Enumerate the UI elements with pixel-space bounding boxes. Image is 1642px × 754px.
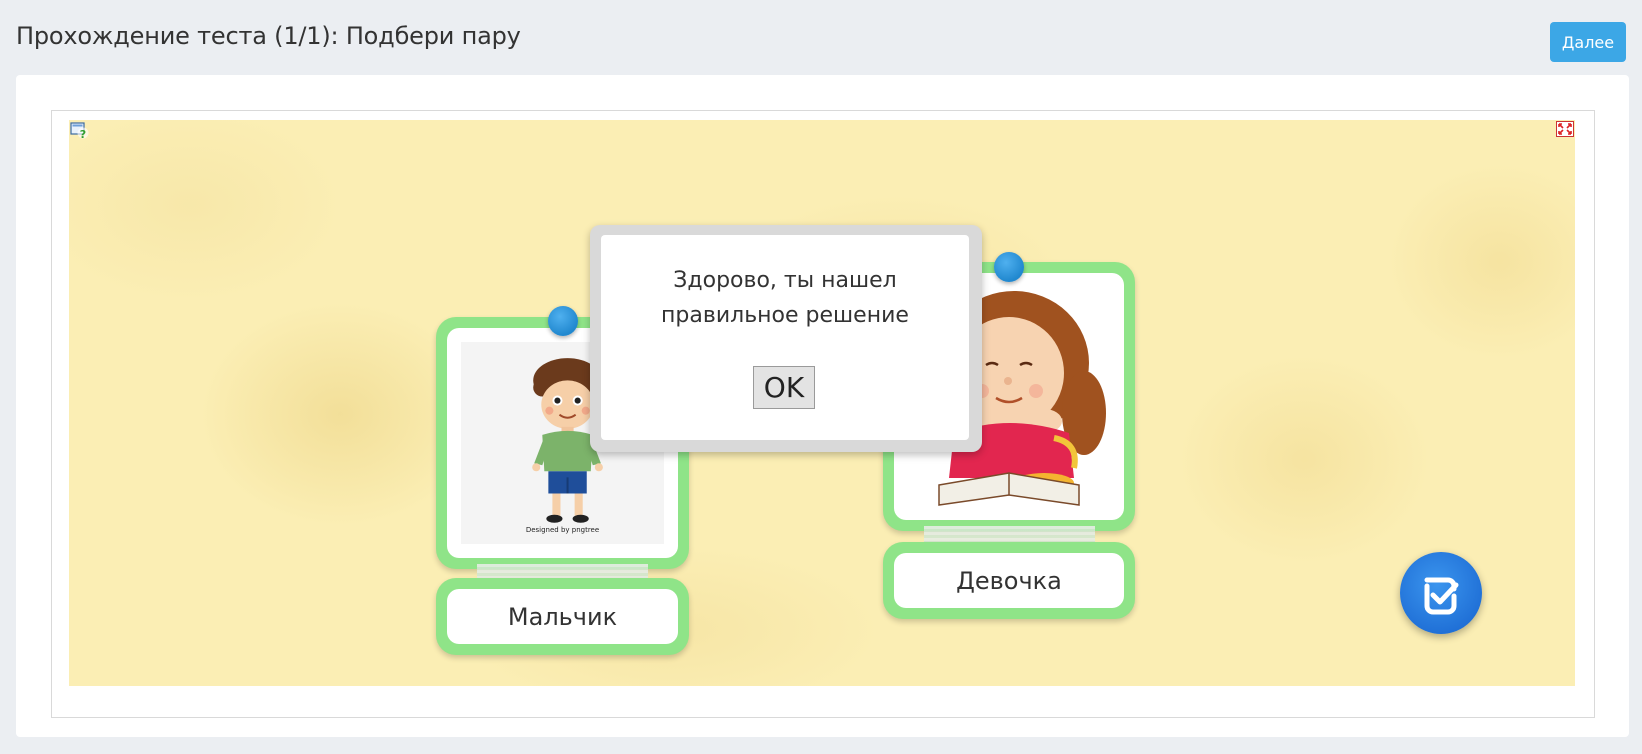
svg-text:?: ? (80, 128, 86, 141)
success-dialog: Здорово, ты нашел правильное решение OK (590, 225, 982, 452)
check-icon (1424, 577, 1459, 615)
dialog-message-line-2: правильное решение (661, 303, 909, 328)
pin-girl (994, 252, 1024, 282)
help-icon[interactable]: ? (70, 121, 90, 141)
label-text-girl: Девочка (894, 553, 1124, 608)
ok-button[interactable]: OK (753, 366, 815, 409)
dialog-message-line-1: Здорово, ты нашел (673, 268, 897, 293)
label-text-boy: Мальчик (447, 589, 678, 644)
label-card-boy[interactable]: Мальчик (436, 578, 689, 655)
page-title: Прохождение теста (1/1): Подбери пару (16, 22, 521, 50)
label-card-girl[interactable]: Девочка (883, 542, 1135, 619)
image-credit: Designed by pngtree (525, 526, 600, 534)
page-header: Прохождение теста (1/1): Подбери пару Да… (16, 18, 1626, 66)
check-answer-button[interactable] (1400, 552, 1482, 634)
next-button[interactable]: Далее (1550, 22, 1626, 62)
pin-boy (548, 306, 578, 336)
dialog-message: Здорово, ты нашел правильное решение (601, 263, 969, 333)
fullscreen-icon[interactable] (1556, 121, 1574, 137)
success-dialog-body: Здорово, ты нашел правильное решение OK (601, 235, 969, 440)
